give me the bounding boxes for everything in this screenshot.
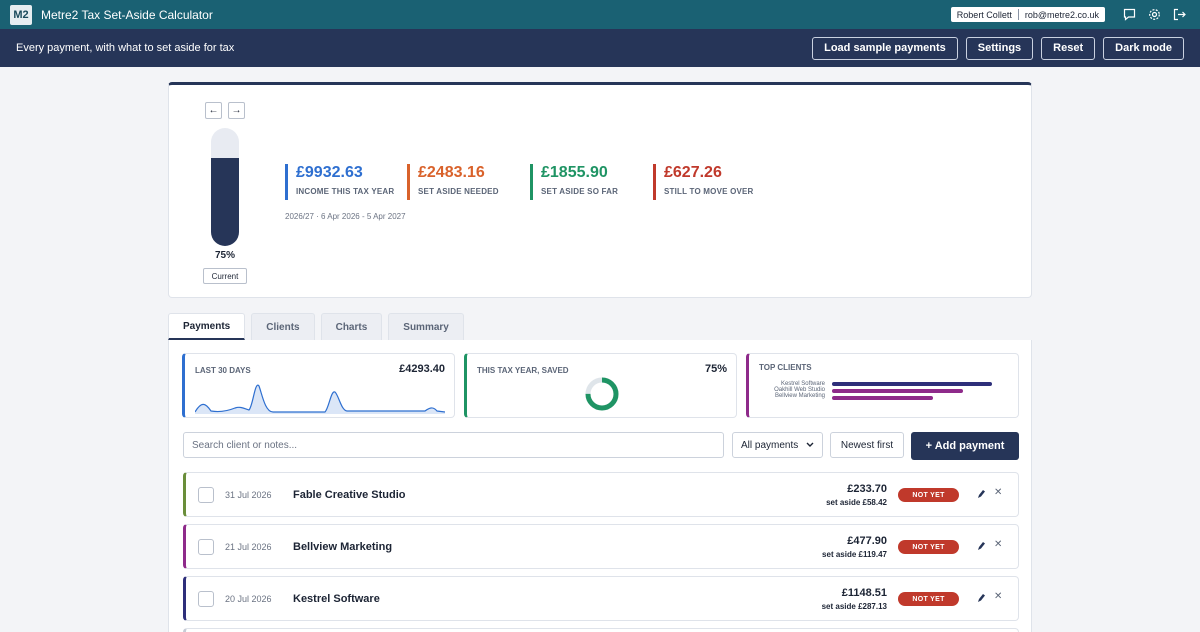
prev-year-button[interactable]: ←: [205, 102, 222, 119]
payment-date: 21 Jul 2026: [225, 542, 272, 552]
set-aside-jar: [211, 128, 239, 246]
tab-charts[interactable]: Charts: [320, 313, 383, 340]
payment-filter-value: All payments: [741, 439, 799, 451]
payment-amount: £1148.51: [841, 587, 887, 599]
payment-filter-select[interactable]: All payments: [732, 432, 823, 458]
tab-bar: Payments Clients Charts Summary: [168, 313, 464, 340]
reset-button[interactable]: Reset: [1041, 36, 1096, 60]
payment-row[interactable]: 31 Jul 2026 Fable Creative Studio £233.7…: [183, 472, 1019, 517]
tab-payments[interactable]: Payments: [168, 313, 246, 340]
top-client-bar: [832, 396, 933, 400]
status-badge[interactable]: NOT YET: [898, 540, 959, 554]
payment-amount: £477.90: [847, 535, 887, 547]
delete-icon[interactable]: ✕: [994, 591, 1002, 602]
stat-remaining-value: £627.26: [664, 164, 722, 181]
edit-icon[interactable]: [976, 592, 986, 604]
last-30-title: LAST 30 DAYS: [195, 366, 251, 375]
delete-icon[interactable]: ✕: [994, 539, 1002, 550]
tagline: Every payment, with what to set aside fo…: [16, 42, 235, 54]
stat-so-far-label: SET ASIDE SO FAR: [541, 187, 619, 196]
payment-checkbox[interactable]: [198, 591, 214, 607]
top-client-bar: [832, 382, 992, 386]
payment-date: 20 Jul 2026: [225, 594, 272, 604]
action-bar: Every payment, with what to set aside fo…: [0, 29, 1200, 67]
tax-period: 2026/27 · 6 Apr 2026 - 5 Apr 2027: [285, 212, 406, 221]
payment-client: Fable Creative Studio: [293, 489, 406, 501]
add-payment-button[interactable]: + Add payment: [911, 432, 1019, 460]
last-30-sparkline: [195, 384, 445, 414]
tab-summary[interactable]: Summary: [388, 313, 464, 340]
search-input[interactable]: Search client or notes...: [183, 432, 724, 458]
delete-icon[interactable]: ✕: [994, 487, 1002, 498]
status-badge[interactable]: NOT YET: [898, 488, 959, 502]
top-clients-card: TOP CLIENTS Kestrel Software Oakhill Web…: [746, 353, 1019, 418]
stat-income: £9932.63 INCOME THIS TAX YEAR: [285, 164, 394, 200]
payment-row[interactable]: 20 Jul 2026 Kestrel Software £1148.51 se…: [183, 576, 1019, 621]
top-clients-title: TOP CLIENTS: [759, 363, 812, 372]
stat-needed: £2483.16 SET ASIDE NEEDED: [407, 164, 499, 200]
last-30-value: £4293.40: [399, 363, 445, 375]
payment-amount: £233.70: [847, 483, 887, 495]
gear-icon[interactable]: [1148, 8, 1161, 21]
logout-icon[interactable]: [1173, 8, 1186, 21]
payment-date: 31 Jul 2026: [225, 490, 272, 500]
saved-donut: [585, 377, 619, 411]
app-logo: M2: [10, 4, 32, 25]
payment-set-aside: set aside £58.42: [826, 498, 887, 507]
top-client-bar: [832, 389, 964, 393]
payment-checkbox[interactable]: [198, 539, 214, 555]
chat-icon[interactable]: [1123, 8, 1136, 21]
stat-so-far-value: £1855.90: [541, 164, 608, 181]
load-sample-button[interactable]: Load sample payments: [812, 36, 958, 60]
settings-button[interactable]: Settings: [965, 36, 1034, 60]
payment-row[interactable]: 21 Jul 2026 Bellview Marketing £477.90 s…: [183, 524, 1019, 569]
saved-title: THIS TAX YEAR, SAVED: [477, 366, 569, 375]
stat-income-label: INCOME THIS TAX YEAR: [296, 187, 395, 196]
jar-percent: 75%: [214, 250, 235, 261]
app-title: Metre2 Tax Set-Aside Calculator: [41, 7, 213, 22]
payment-set-aside: set aside £119.47: [822, 550, 887, 559]
tax-summary-card: ← → 75% Current £9932.63 INCOME THIS TAX…: [168, 82, 1032, 298]
payment-row-partial[interactable]: [183, 628, 1019, 632]
payment-set-aside: set aside £287.13: [821, 602, 887, 611]
dark-mode-button[interactable]: Dark mode: [1103, 36, 1184, 60]
payments-panel: LAST 30 DAYS £4293.40 THIS TAX YEAR, SAV…: [168, 340, 1032, 632]
payment-client: Bellview Marketing: [293, 541, 393, 553]
stat-needed-value: £2483.16: [418, 164, 485, 181]
app-header: M2 Metre2 Tax Set-Aside Calculator Rober…: [0, 0, 1200, 29]
tab-clients[interactable]: Clients: [251, 313, 315, 340]
last-30-days-card: LAST 30 DAYS £4293.40: [182, 353, 455, 418]
user-badge[interactable]: Robert Collett rob@metre2.co.uk: [950, 7, 1105, 22]
saved-value: 75%: [704, 363, 727, 375]
top-client-name: Bellview Marketing: [774, 393, 825, 399]
user-email: rob@metre2.co.uk: [1024, 9, 1099, 20]
chevron-down-icon: [806, 442, 814, 447]
edit-icon[interactable]: [976, 488, 986, 500]
sort-button[interactable]: Newest first: [830, 432, 904, 458]
edit-icon[interactable]: [976, 540, 986, 552]
stat-remaining-label: STILL TO MOVE OVER: [664, 187, 754, 196]
stat-needed-label: SET ASIDE NEEDED: [418, 187, 499, 196]
next-year-button[interactable]: →: [228, 102, 245, 119]
top-clients-names: Kestrel Software Oakhill Web Studio Bell…: [761, 381, 825, 399]
payment-client: Kestrel Software: [293, 593, 380, 605]
payment-checkbox[interactable]: [198, 487, 214, 503]
user-name: Robert Collett: [956, 9, 1012, 20]
current-year-button[interactable]: Current: [203, 268, 247, 284]
stat-remaining: £627.26 STILL TO MOVE OVER: [653, 164, 754, 200]
stat-so-far: £1855.90 SET ASIDE SO FAR: [530, 164, 618, 200]
tax-year-saved-card: THIS TAX YEAR, SAVED 75%: [464, 353, 737, 418]
stat-income-value: £9932.63: [296, 164, 363, 181]
jar-fill: [211, 157, 239, 246]
status-badge[interactable]: NOT YET: [898, 592, 959, 606]
